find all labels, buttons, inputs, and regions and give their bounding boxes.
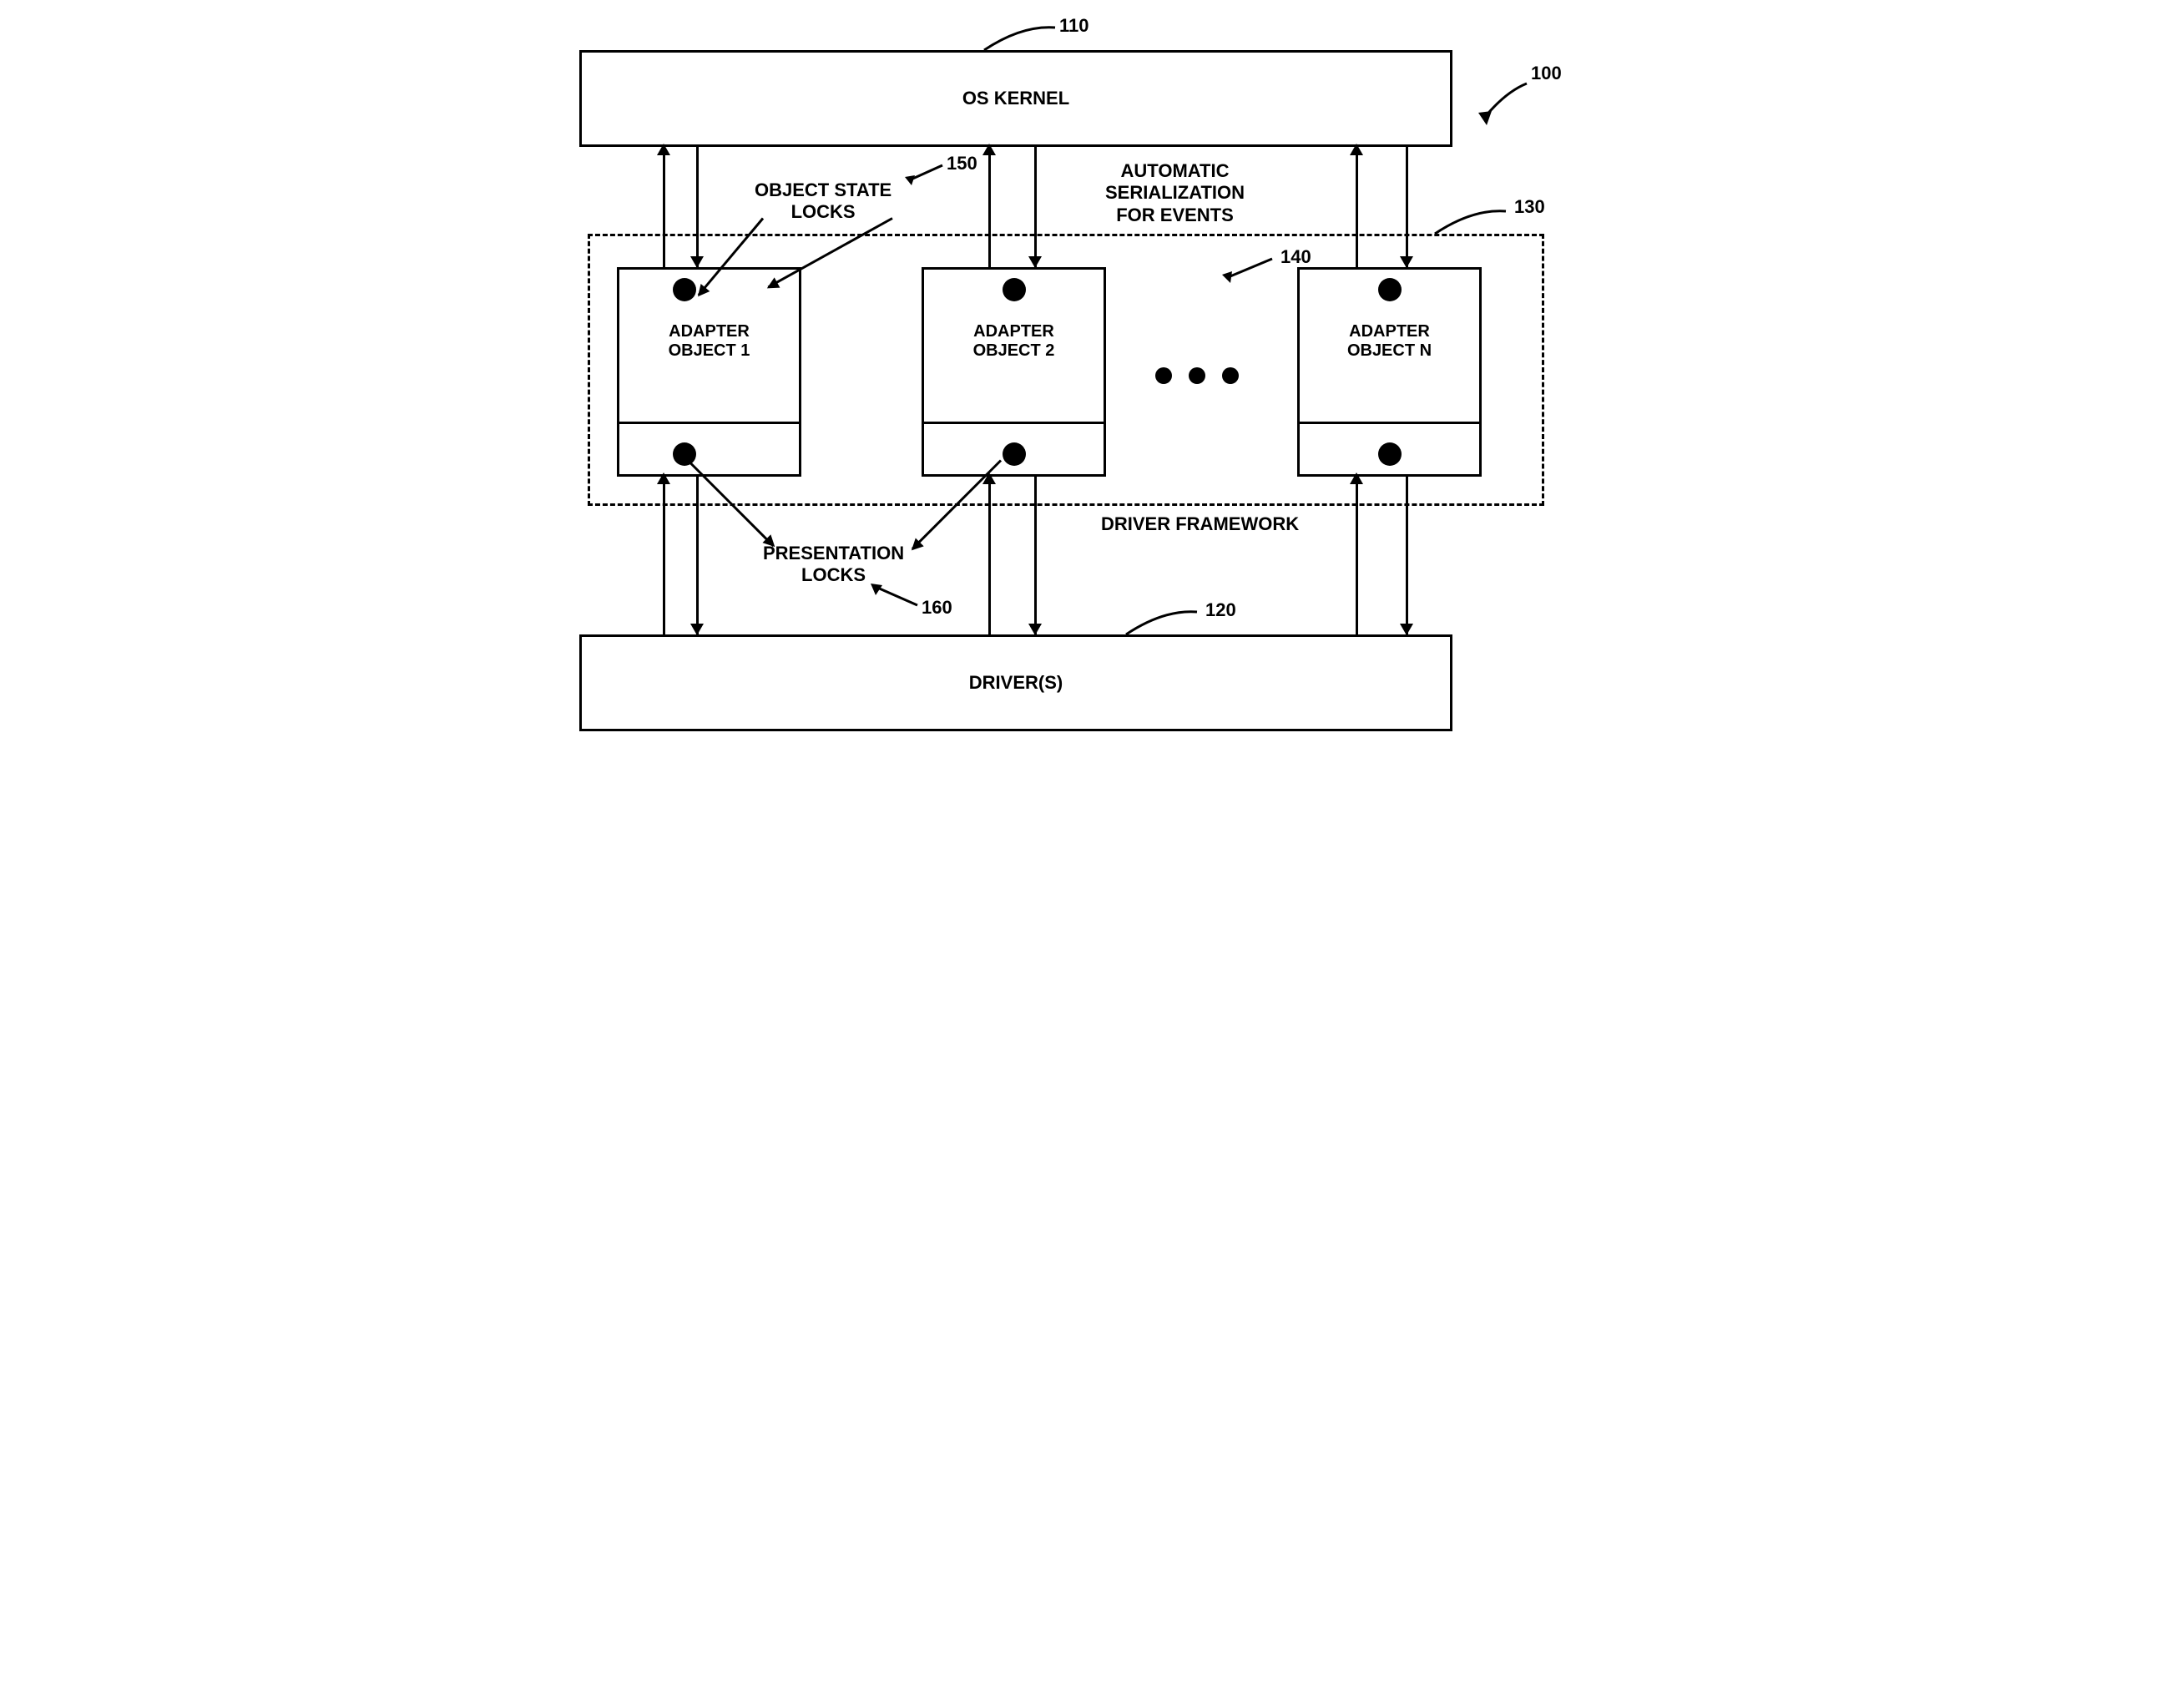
adapter-n-label: ADAPTER OBJECT N	[1347, 322, 1432, 361]
ref-130-leader	[1431, 205, 1514, 238]
adapter-object-2: ADAPTER OBJECT 2	[922, 267, 1106, 477]
ref-120: 120	[1205, 599, 1236, 621]
ellipsis-dot	[1222, 367, 1239, 384]
ref-140-leader	[1214, 255, 1280, 284]
ref-100: 100	[1531, 63, 1562, 84]
ref-130: 130	[1514, 196, 1545, 218]
os-kernel-label: OS KERNEL	[962, 88, 1069, 109]
serialization-label: AUTOMATIC SERIALIZATION FOR EVENTS	[1105, 160, 1245, 226]
os-kernel-box: OS KERNEL	[579, 50, 1452, 147]
adapter-object-n: ADAPTER OBJECT N	[1297, 267, 1482, 477]
state-lock-dot-n	[1378, 278, 1402, 301]
ref-110: 110	[1059, 15, 1089, 37]
drivers-box: DRIVER(S)	[579, 634, 1452, 731]
driver-framework-label: DRIVER FRAMEWORK	[1101, 513, 1299, 535]
drivers-label: DRIVER(S)	[969, 672, 1063, 694]
driver-framework-diagram: 100 OS KERNEL 110 AUTOMATIC SERIALIZATIO…	[571, 33, 1606, 843]
state-lock-dot-2	[1003, 278, 1026, 301]
ellipsis-dot	[1155, 367, 1172, 384]
ref-150-leader	[897, 157, 947, 186]
presentation-lock-dot-n	[1378, 442, 1402, 466]
presentation-lock-dot-2	[1003, 442, 1026, 466]
ref-160-leader	[867, 580, 926, 614]
adapter-object-1: ADAPTER OBJECT 1	[617, 267, 801, 477]
ellipsis-dot	[1189, 367, 1205, 384]
state-lock-dot-1	[673, 278, 696, 301]
ref-120-leader	[1122, 605, 1205, 639]
ref-140: 140	[1280, 246, 1311, 268]
ref-100-leader	[1477, 79, 1535, 125]
ref-150: 150	[947, 153, 977, 174]
adapter-2-label: ADAPTER OBJECT 2	[973, 322, 1055, 361]
ref-110-leader	[980, 21, 1063, 54]
object-state-locks-label: OBJECT STATE LOCKS	[755, 179, 892, 224]
adapter-1-label: ADAPTER OBJECT 1	[669, 322, 750, 361]
ref-160: 160	[922, 597, 952, 619]
